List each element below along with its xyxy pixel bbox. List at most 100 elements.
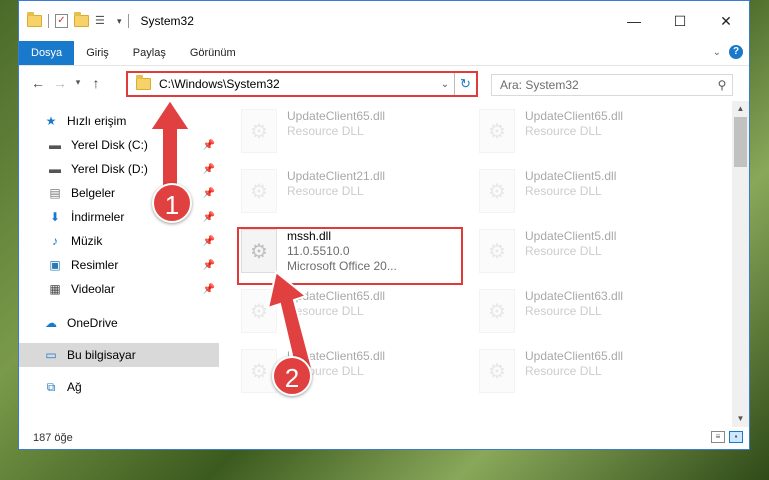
nav-label: Hızlı erişim: [67, 114, 127, 128]
nav-label: Yerel Disk (C:): [71, 138, 148, 152]
nav-item-pictures[interactable]: ▣ Resimler 📌: [19, 253, 219, 277]
qat-dropdown-icon[interactable]: ▾: [117, 16, 122, 27]
nav-item-videos[interactable]: ▦ Videolar 📌: [19, 277, 219, 301]
file-item[interactable]: ⚙ UpdateClient63.dll Resource DLL: [479, 289, 699, 339]
search-box[interactable]: Ara: System32 ⚲: [491, 74, 733, 96]
file-item[interactable]: ⚙ UpdateClient5.dll Resource DLL: [479, 169, 699, 219]
nav-this-pc[interactable]: ▭ Bu bilgisayar: [19, 343, 219, 367]
tab-paylas[interactable]: Paylaş: [121, 41, 178, 65]
nav-label: Müzik: [71, 234, 103, 248]
nav-network[interactable]: ⧉ Ağ: [19, 375, 219, 399]
dll-file-icon: ⚙: [479, 349, 515, 393]
quick-access-toolbar: ✓ ☰ ▾: [19, 12, 129, 28]
minimize-button[interactable]: —: [611, 1, 657, 41]
status-bar: 187 öğe ≡ ▪: [19, 427, 749, 449]
maximize-button[interactable]: ☐: [657, 1, 703, 41]
file-name: UpdateClient63.dll: [525, 289, 624, 303]
up-arrow-icon[interactable]: ↑: [85, 75, 107, 91]
file-item[interactable]: ⚙ UpdateClient21.dll Resource DLL: [241, 169, 461, 219]
file-name: UpdateClient5.dll: [525, 169, 617, 183]
nav-item-music[interactable]: ♪ Müzik 📌: [19, 229, 219, 253]
scroll-up-icon[interactable]: ▲: [732, 101, 749, 117]
folder-icon: [136, 75, 151, 90]
documents-icon: ▤: [49, 186, 61, 200]
dll-file-icon: ⚙: [241, 169, 277, 213]
nav-label: Videolar: [71, 282, 115, 296]
file-item[interactable]: ⚙ UpdateClient65.dll Resource DLL: [479, 109, 699, 159]
address-dropdown-icon[interactable]: ⌄: [436, 79, 454, 90]
nav-label: Resimler: [71, 258, 119, 272]
search-icon[interactable]: ⚲: [712, 78, 732, 92]
dll-file-icon: ⚙: [241, 109, 277, 153]
vertical-scrollbar[interactable]: ▲ ▼: [732, 101, 749, 427]
expand-ribbon-icon[interactable]: ⌄: [713, 47, 721, 58]
nav-label: Bu bilgisayar: [67, 348, 136, 362]
dll-file-icon: ⚙: [479, 169, 515, 213]
item-count: 187 öğe: [33, 432, 73, 444]
videos-icon: ▦: [49, 282, 61, 296]
file-name: UpdateClient65.dll: [525, 349, 624, 363]
explorer-window: ✓ ☰ ▾ System32 — ☐ ✕ Dosya Giriş Paylaş …: [18, 0, 750, 450]
downloads-icon: ⬇: [49, 210, 61, 224]
details-view-icon[interactable]: ≡: [711, 431, 725, 443]
file-item[interactable]: ⚙ UpdateClient5.dll Resource DLL: [479, 229, 699, 279]
tiles-view-icon[interactable]: ▪: [729, 431, 743, 443]
file-description: Resource DLL: [525, 244, 602, 258]
file-item[interactable]: ⚙ UpdateClient65.dll Resource DLL: [241, 109, 461, 159]
music-icon: ♪: [52, 234, 58, 248]
tab-gorunum[interactable]: Görünüm: [178, 41, 248, 65]
folder-icon: [27, 12, 42, 27]
nav-label: Yerel Disk (D:): [71, 162, 148, 176]
forward-arrow-icon[interactable]: →: [49, 75, 71, 91]
nav-label: Belgeler: [71, 186, 116, 200]
close-button[interactable]: ✕: [703, 1, 749, 41]
tab-dosya[interactable]: Dosya: [19, 41, 75, 65]
file-name: UpdateClient21.dll: [287, 169, 386, 183]
nav-label: OneDrive: [67, 316, 118, 330]
recent-dropdown-icon[interactable]: ▾: [71, 77, 85, 88]
window-title: System32: [140, 14, 194, 28]
back-arrow-icon[interactable]: ←: [27, 75, 49, 91]
file-item[interactable]: ⚙ UpdateClient65.dll Resource DLL: [479, 349, 699, 399]
pin-icon[interactable]: 📌: [203, 140, 215, 151]
pin-icon[interactable]: 📌: [203, 212, 215, 223]
file-description: Resource DLL: [525, 304, 602, 318]
drive-icon: ▬: [49, 162, 61, 176]
properties-check-icon[interactable]: ✓: [55, 14, 68, 28]
file-description: Resource DLL: [287, 184, 364, 198]
file-description: Resource DLL: [525, 124, 602, 138]
star-icon: ★: [45, 114, 57, 128]
drive-icon: ▬: [49, 138, 61, 152]
nav-onedrive[interactable]: ☁ OneDrive: [19, 311, 219, 335]
address-path[interactable]: C:\Windows\System32: [159, 77, 436, 91]
file-description: Resource DLL: [287, 124, 364, 138]
scroll-down-icon[interactable]: ▼: [732, 411, 749, 427]
step-2-badge: 2: [272, 356, 312, 396]
pin-icon[interactable]: 📌: [203, 164, 215, 175]
file-name: UpdateClient5.dll: [525, 229, 617, 243]
file-name: UpdateClient65.dll: [525, 109, 624, 123]
window-controls: — ☐ ✕: [611, 1, 749, 41]
pin-icon[interactable]: 📌: [203, 188, 215, 199]
new-folder-icon[interactable]: [74, 12, 89, 27]
ribbon-right: ⌄ ?: [713, 45, 743, 59]
help-icon[interactable]: ?: [729, 45, 743, 59]
title-bar: ✓ ☰ ▾ System32 — ☐ ✕: [19, 1, 749, 41]
pin-icon[interactable]: 📌: [203, 260, 215, 271]
refresh-icon[interactable]: ↻: [454, 73, 476, 95]
pin-icon[interactable]: 📌: [203, 284, 215, 295]
search-input[interactable]: Ara: System32: [500, 78, 712, 92]
network-icon: ⧉: [46, 379, 56, 394]
separator: [127, 14, 129, 28]
file-description: Resource DLL: [525, 184, 602, 198]
tab-giris[interactable]: Giriş: [74, 41, 121, 65]
step-1-badge: 1: [152, 183, 192, 223]
scroll-thumb[interactable]: [734, 117, 747, 167]
customize-icon[interactable]: ☰: [95, 14, 111, 28]
dll-file-icon: ⚙: [479, 229, 515, 273]
pin-icon[interactable]: 📌: [203, 236, 215, 247]
address-bar[interactable]: C:\Windows\System32 ⌄ ↻: [126, 71, 478, 97]
